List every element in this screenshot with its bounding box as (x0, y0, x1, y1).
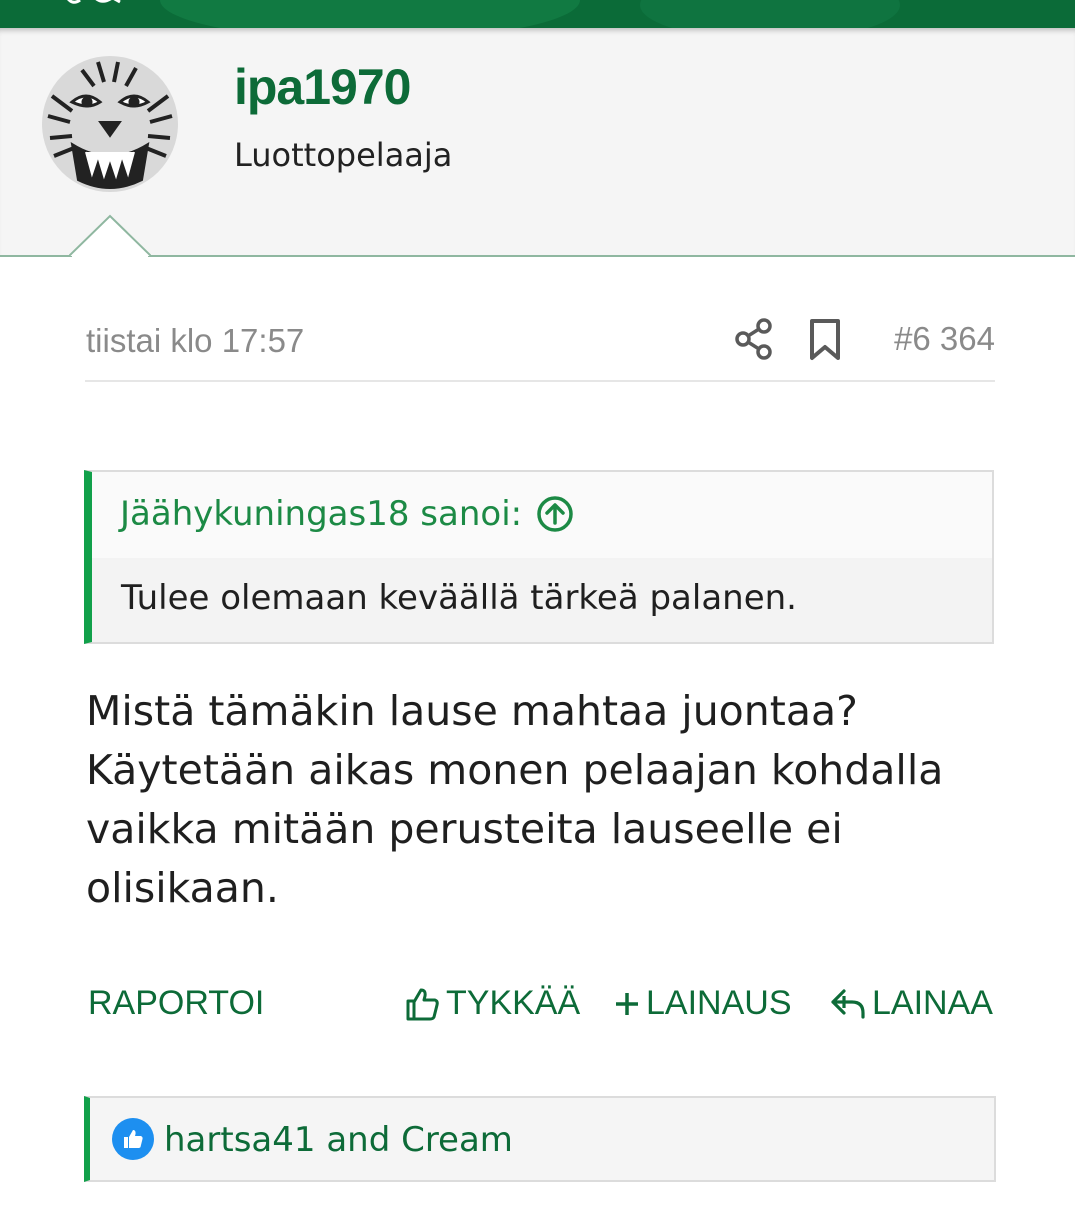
quote-text: Tulee olemaan keväällä tärkeä palanen. (121, 578, 797, 618)
reply-quote-button[interactable]: LAINAA (830, 984, 993, 1023)
quote-author[interactable]: Jäähykuningas18 sanoi: (120, 494, 522, 534)
header-decoration (160, 0, 580, 28)
site-logo-icon[interactable] (62, 0, 132, 8)
report-label: RAPORTOI (88, 984, 265, 1022)
post-number-link[interactable]: #6 364 (880, 320, 995, 358)
multiquote-button[interactable]: LAINAUS (614, 984, 792, 1023)
header-decoration (640, 0, 900, 28)
post-message: Mistä tämäkin lause mahtaa juontaa? Käyt… (86, 687, 944, 912)
arrow-up-circle-icon[interactable] (536, 495, 574, 533)
tiger-avatar-icon[interactable] (42, 56, 178, 192)
bookmark-icon[interactable] (808, 318, 842, 362)
like-label: TYKKÄÄ (446, 984, 581, 1022)
post-timestamp[interactable]: tiistai klo 17:57 (86, 322, 304, 360)
report-button[interactable]: RAPORTOI (88, 984, 264, 1023)
reply-arrow-icon (831, 988, 865, 1019)
meta-divider (85, 380, 995, 382)
reactions-list-link[interactable]: hartsa41 and Cream (164, 1120, 513, 1160)
quote-header[interactable]: Jäähykuningas18 sanoi: (120, 494, 574, 534)
share-icon[interactable] (734, 318, 774, 360)
user-title: Luottopelaaja (234, 136, 453, 174)
like-reaction-icon (112, 1118, 154, 1160)
reactions-bar[interactable]: hartsa41 and Cream (84, 1096, 996, 1182)
user-header-divider (0, 255, 1075, 257)
thumbs-up-icon (124, 1130, 143, 1148)
reply-quote-label: LAINAA (872, 984, 993, 1022)
thumbs-up-icon (406, 988, 439, 1020)
user-header-pointer (69, 214, 151, 258)
like-button[interactable]: TYKKÄÄ (404, 984, 580, 1023)
plus-icon (616, 992, 638, 1015)
username-link[interactable]: ipa1970 (234, 58, 411, 116)
top-navigation-bar (0, 0, 1075, 28)
multiquote-label: LAINAUS (646, 984, 792, 1022)
post-actions-bar: RAPORTOI TYKKÄÄ LAINAUS LAINAA (0, 984, 1075, 1034)
